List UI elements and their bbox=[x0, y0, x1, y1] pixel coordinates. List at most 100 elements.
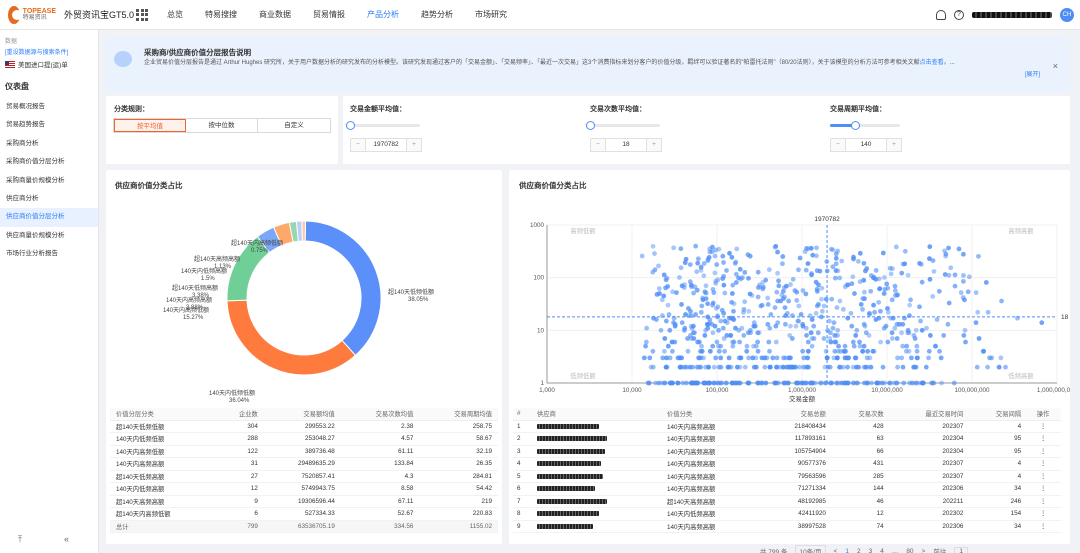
scatter-point[interactable] bbox=[924, 325, 929, 331]
scatter-point[interactable] bbox=[667, 327, 673, 333]
scatter-point[interactable] bbox=[782, 321, 788, 327]
scatter-point[interactable] bbox=[887, 380, 892, 386]
scatter-point[interactable] bbox=[1003, 364, 1008, 370]
scatter-point[interactable] bbox=[998, 355, 1004, 361]
scatter-point[interactable] bbox=[710, 343, 716, 349]
col-header[interactable]: 价值分类 bbox=[663, 408, 762, 421]
scatter-point[interactable] bbox=[730, 282, 736, 288]
scatter-point[interactable] bbox=[835, 327, 841, 333]
scatter-point[interactable] bbox=[701, 261, 707, 266]
scatter-point[interactable] bbox=[906, 348, 912, 354]
sidebar-item-1[interactable]: 贸易趋势报告 bbox=[0, 116, 98, 134]
scatter-point[interactable] bbox=[973, 320, 979, 326]
scatter-point[interactable] bbox=[966, 274, 972, 280]
scatter-point[interactable] bbox=[857, 279, 863, 285]
help-icon[interactable]: ? bbox=[954, 10, 964, 20]
scatter-point[interactable] bbox=[755, 269, 761, 275]
scatter-point[interactable] bbox=[742, 364, 748, 370]
scatter-point[interactable] bbox=[976, 336, 982, 341]
sidebar-item-2[interactable]: 采购商分析 bbox=[0, 135, 98, 153]
scatter-point[interactable] bbox=[772, 305, 778, 311]
scatter-point[interactable] bbox=[690, 364, 696, 370]
scatter-point[interactable] bbox=[716, 327, 721, 333]
scatter-point[interactable] bbox=[907, 302, 913, 308]
scatter-point[interactable] bbox=[837, 364, 842, 370]
scatter-point[interactable] bbox=[646, 380, 652, 386]
scatter-point[interactable] bbox=[731, 301, 737, 307]
col-header[interactable]: 价值分层分类 bbox=[110, 408, 216, 421]
donut-slice-0[interactable] bbox=[304, 220, 382, 357]
amount-slider-handle[interactable] bbox=[346, 121, 355, 130]
scatter-point[interactable] bbox=[774, 289, 780, 295]
scatter-point[interactable] bbox=[963, 339, 968, 345]
scatter-point[interactable] bbox=[643, 343, 648, 349]
scatter-point[interactable] bbox=[644, 325, 650, 331]
sidebar-item-6[interactable]: 供应商价值分层分析 bbox=[0, 208, 98, 227]
scatter-point[interactable] bbox=[796, 267, 801, 273]
scatter-point[interactable] bbox=[734, 246, 740, 252]
scatter-point[interactable] bbox=[796, 303, 802, 309]
scatter-point[interactable] bbox=[913, 364, 919, 370]
scroll-top-icon[interactable]: ⤒ bbox=[18, 534, 22, 545]
supplier-name-masked[interactable] bbox=[533, 495, 663, 508]
page-button[interactable]: 3 bbox=[869, 548, 873, 553]
scatter-point[interactable] bbox=[736, 380, 741, 386]
scatter-point[interactable] bbox=[942, 272, 948, 277]
scatter-point[interactable] bbox=[900, 343, 906, 349]
scatter-point[interactable] bbox=[887, 265, 893, 271]
scatter-point[interactable] bbox=[730, 380, 736, 386]
scatter-point[interactable] bbox=[745, 252, 751, 258]
scatter-point[interactable] bbox=[672, 321, 678, 327]
table-row[interactable]: 超140天低频低额 304 299553.22 2.38 258.75 bbox=[110, 420, 498, 433]
scatter-point[interactable] bbox=[906, 330, 912, 336]
table-row[interactable]: 1 140天内高频高额 218408434 428 202307 4 ⋮ bbox=[513, 420, 1061, 433]
col-header[interactable]: 交易周期均值 bbox=[419, 408, 498, 421]
scatter-point[interactable] bbox=[833, 268, 839, 274]
scatter-point[interactable] bbox=[793, 323, 799, 329]
next-page-button[interactable]: > bbox=[922, 548, 926, 553]
scatter-point[interactable] bbox=[721, 273, 727, 279]
more-icon[interactable]: ⋮ bbox=[1025, 432, 1061, 446]
scatter-point[interactable] bbox=[705, 301, 711, 307]
country-source[interactable]: 美国进口提(运)单 bbox=[5, 59, 98, 69]
scatter-point[interactable] bbox=[808, 380, 814, 386]
scatter-point[interactable] bbox=[801, 355, 807, 361]
scatter-point[interactable] bbox=[892, 283, 898, 289]
scatter-point[interactable] bbox=[889, 336, 895, 341]
scatter-point[interactable] bbox=[965, 289, 971, 295]
scatter-point[interactable] bbox=[727, 250, 732, 256]
table-row[interactable]: 9 140天内高频高额 38997528 74 202306 34 ⋮ bbox=[513, 520, 1061, 533]
scatter-point[interactable] bbox=[733, 271, 739, 277]
scatter-point[interactable] bbox=[682, 282, 688, 287]
scatter-point[interactable] bbox=[855, 364, 861, 370]
scatter-point[interactable] bbox=[755, 285, 761, 290]
scatter-point[interactable] bbox=[730, 343, 736, 349]
scatter-point[interactable] bbox=[880, 250, 886, 256]
scatter-point[interactable] bbox=[808, 245, 814, 251]
scatter-point[interactable] bbox=[834, 355, 840, 361]
scatter-point[interactable] bbox=[788, 355, 793, 361]
scatter-point[interactable] bbox=[762, 364, 768, 370]
scatter-point[interactable] bbox=[852, 291, 857, 296]
scatter-point[interactable] bbox=[927, 333, 933, 338]
scatter-point[interactable] bbox=[767, 348, 772, 354]
scatter-point[interactable] bbox=[737, 266, 743, 272]
scatter-point[interactable] bbox=[683, 312, 688, 317]
scatter-point[interactable] bbox=[695, 260, 701, 266]
scatter-point[interactable] bbox=[836, 343, 841, 349]
scatter-point[interactable] bbox=[707, 320, 713, 326]
scatter-point[interactable] bbox=[849, 281, 855, 287]
scatter-point[interactable] bbox=[662, 380, 668, 386]
scatter-point[interactable] bbox=[855, 380, 861, 386]
scatter-point[interactable] bbox=[892, 325, 898, 331]
scatter-point[interactable] bbox=[805, 261, 811, 266]
scatter-point[interactable] bbox=[650, 269, 656, 275]
scatter-point[interactable] bbox=[710, 286, 716, 292]
scatter-point[interactable] bbox=[823, 348, 829, 354]
scatter-point[interactable] bbox=[832, 275, 838, 281]
scatter-point[interactable] bbox=[785, 380, 791, 386]
apps-grid-icon[interactable] bbox=[136, 8, 148, 21]
cycle-slider-handle[interactable] bbox=[850, 121, 860, 130]
nav-product-analysis[interactable]: 产品分析 bbox=[356, 0, 410, 30]
scatter-point[interactable] bbox=[755, 294, 761, 300]
